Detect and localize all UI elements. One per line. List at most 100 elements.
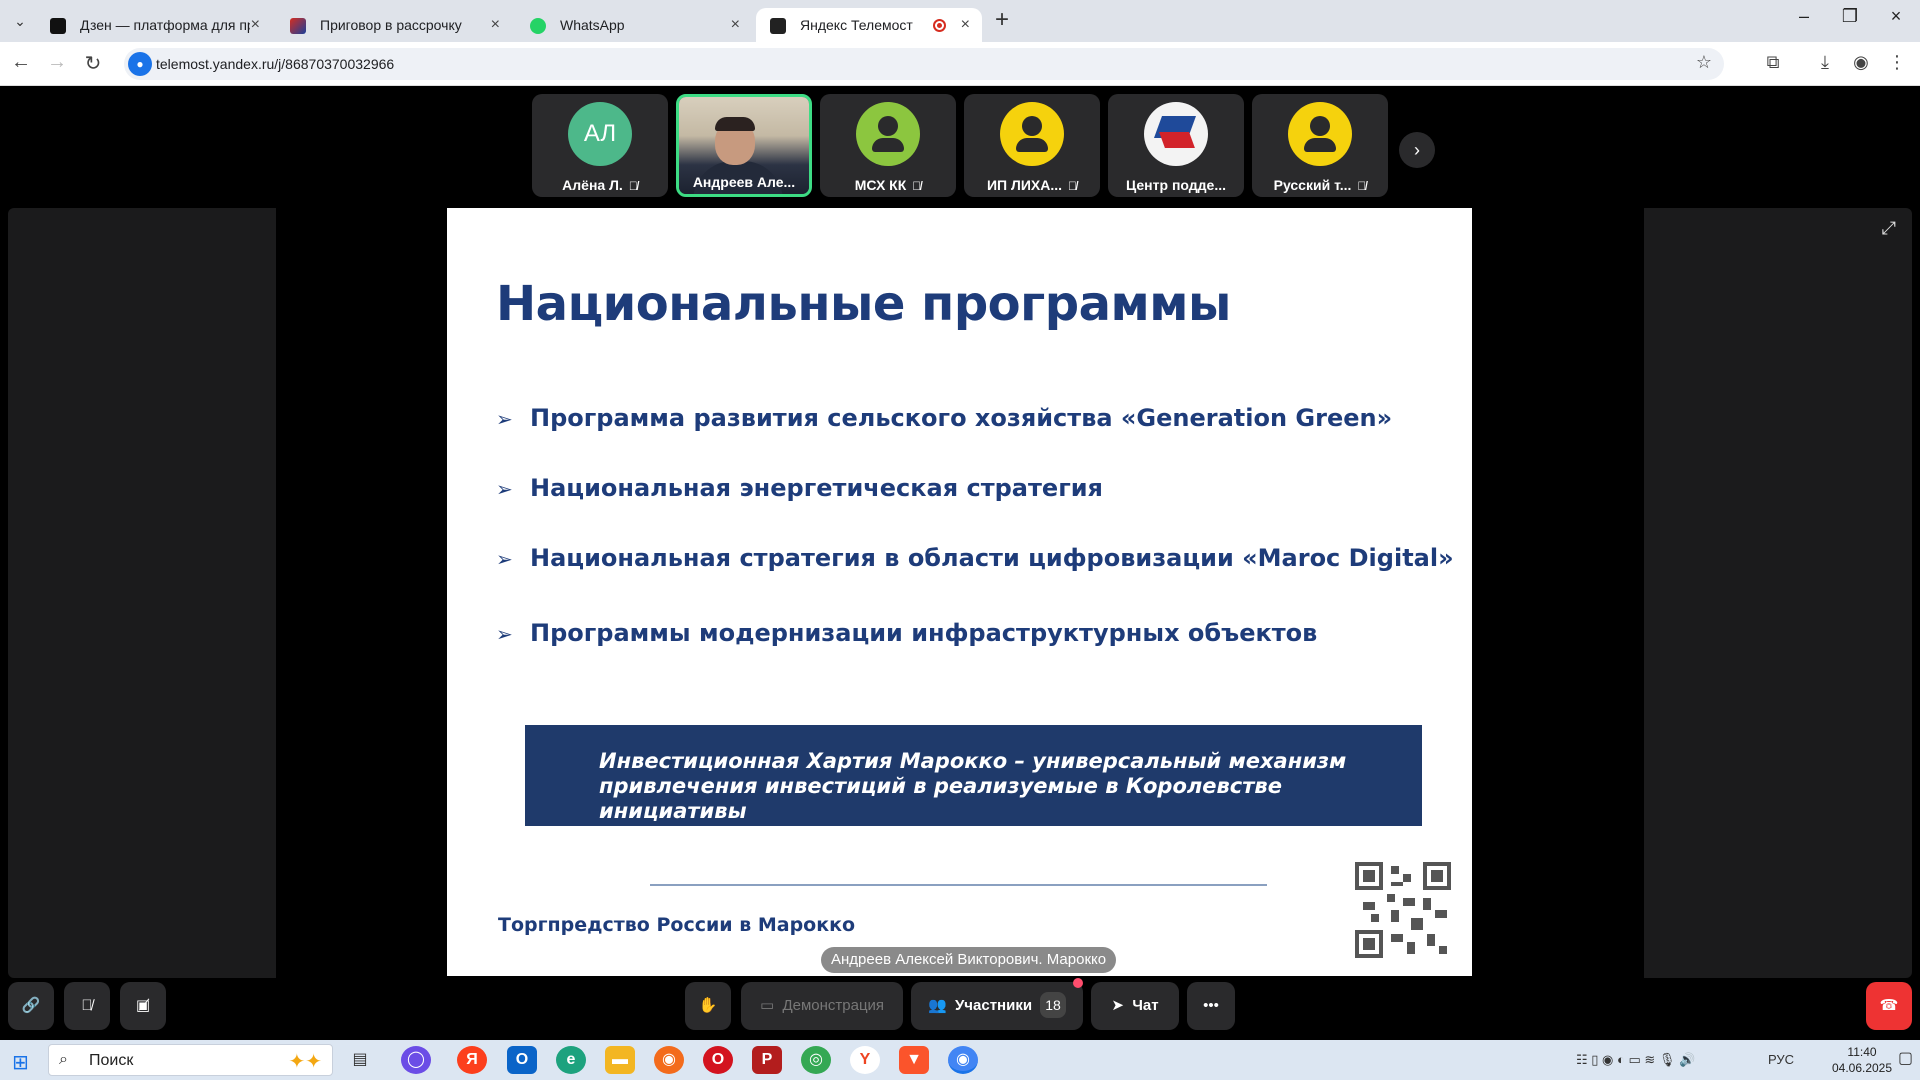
alice-icon[interactable]: ◯ <box>401 1046 431 1074</box>
file-explorer-icon[interactable]: ▬ <box>605 1046 635 1074</box>
windows-taskbar: ⊞ ⌕ Поиск ✦✦ ▤ ◯ Я O e ▬ ◉ O P ◎ Y ▼ ◉ ☷… <box>0 1040 1920 1080</box>
browser-tab-bar: ⌄ Дзен — платформа для просм × Приговор … <box>0 0 1920 42</box>
telemost-favicon-icon <box>770 18 786 34</box>
tab-title: WhatsApp <box>560 17 625 33</box>
url-field[interactable]: ● telemost.yandex.ru/j/86870370032966 ☆ <box>124 48 1724 80</box>
more-button[interactable]: ••• <box>1187 982 1235 1030</box>
camera-off-icon: ▣̸ <box>135 997 151 1014</box>
hand-icon: ✋ <box>698 997 718 1014</box>
yandex-icon[interactable]: Y <box>850 1046 880 1074</box>
restore-button[interactable]: ❐ <box>1828 6 1872 27</box>
participant-tile[interactable]: МСХ КК 🎙̸ <box>820 94 956 197</box>
participant-tile[interactable]: ИП ЛИХА... 🎙̸ <box>964 94 1100 197</box>
banner-line: привлечения инвестиций в реализуемые в К… <box>599 774 1282 823</box>
yandex-browser-icon[interactable]: Я <box>457 1046 487 1074</box>
close-tab-icon[interactable]: × <box>491 8 500 42</box>
brave-icon[interactable]: ▼ <box>899 1046 929 1074</box>
participants-button[interactable]: 👥 Участники 18 <box>911 978 1083 1030</box>
whatsapp-favicon-icon <box>530 18 546 34</box>
clock[interactable]: 11:40 04.06.2025 <box>1830 1044 1894 1076</box>
tab-title: Дзен — платформа для просм <box>80 17 250 33</box>
language-indicator[interactable]: РУС <box>1768 1052 1794 1067</box>
participants-label: Участники <box>954 997 1033 1014</box>
participant-tile[interactable]: Центр подде... <box>1108 94 1244 197</box>
url-text: telemost.yandex.ru/j/86870370032966 <box>156 56 395 72</box>
arrow-bullet-icon: ➢ <box>496 407 513 431</box>
screen-icon: ▭ <box>759 997 775 1014</box>
notifications-icon[interactable]: ▢ <box>1898 1048 1913 1068</box>
pdf-app-icon[interactable]: P <box>752 1046 782 1074</box>
avatar: АЛ <box>568 102 632 166</box>
reload-icon[interactable]: ↻ <box>78 51 108 76</box>
forward-icon[interactable]: → <box>42 51 72 74</box>
participant-name: МСХ КК <box>854 177 907 193</box>
copy-link-button[interactable]: 🔗 <box>8 982 54 1030</box>
participant-tile[interactable]: АЛ Алёна Л. 🎙̸ <box>532 94 668 197</box>
browser-app-icon[interactable]: ◎ <box>801 1046 831 1074</box>
banner-line: Инвестиционная Хартия Марокко – универса… <box>599 749 1347 773</box>
download-icon[interactable]: ⤓ <box>1812 52 1838 73</box>
firefox-icon[interactable]: ◉ <box>654 1046 684 1074</box>
search-icon: ⌕ <box>59 1051 68 1068</box>
people-icon: 👥 <box>927 997 947 1014</box>
arrow-bullet-icon: ➢ <box>496 477 513 501</box>
send-icon: ➤ <box>1111 997 1124 1014</box>
organization-logo-icon <box>1144 102 1208 166</box>
bookmark-star-icon[interactable]: ☆ <box>1696 52 1712 73</box>
participants-count-badge: 18 <box>1040 992 1067 1018</box>
microphone-button[interactable]: 🎙̸ <box>64 982 110 1030</box>
qr-code-icon <box>1355 862 1451 958</box>
participant-tile[interactable]: Русский т... 🎙̸ <box>1252 94 1388 197</box>
outlook-icon[interactable]: O <box>507 1046 537 1074</box>
participant-name: Русский т... <box>1273 177 1352 193</box>
close-window-button[interactable]: × <box>1874 6 1918 27</box>
chrome-icon[interactable]: ◉ <box>948 1046 978 1074</box>
speaker-caption: Андреев Алексей Викторович. Марокко <box>821 947 1117 973</box>
tab-prigovor[interactable]: Приговор в рассрочку × <box>276 8 512 42</box>
phone-hangup-icon: ☎ <box>1879 997 1899 1014</box>
slide-bullet: ➢ Национальная энергетическая стратегия <box>496 474 1103 502</box>
address-bar: ← → ↻ ● telemost.yandex.ru/j/86870370032… <box>0 42 1920 86</box>
participant-tile-active-speaker[interactable]: Андреев Але... <box>676 94 812 197</box>
new-tab-button[interactable]: + <box>995 6 1009 34</box>
close-tab-icon[interactable]: × <box>731 8 740 42</box>
hangup-button[interactable]: ☎ <box>1866 982 1912 1030</box>
chat-label: Чат <box>1132 997 1159 1014</box>
microphone-site-icon[interactable]: ● <box>128 52 152 76</box>
slide-bullet: ➢ Программа развития сельского хозяйства … <box>496 404 1393 432</box>
close-tab-icon[interactable]: × <box>251 8 260 42</box>
tab-search-icon[interactable]: ⌄ <box>8 10 32 32</box>
slide-bullet: ➢ Программы модернизации инфраструктурных… <box>496 619 1318 647</box>
close-tab-icon[interactable]: × <box>961 8 970 42</box>
tab-whatsapp[interactable]: WhatsApp × <box>516 8 752 42</box>
tray-icons[interactable]: ☷ ▯ ◉ ◐ ▭ ≋ 🎙 🔊 <box>1576 1052 1695 1068</box>
chevron-right-icon[interactable]: › <box>1399 132 1435 168</box>
tab-telemost[interactable]: Яндекс Телемост × <box>756 8 982 42</box>
mic-off-icon: 🎙̸ <box>628 179 638 193</box>
participant-name: Алёна Л. <box>562 177 623 193</box>
shared-slide: Национальные программы ➢ Программа развит… <box>447 208 1472 976</box>
extensions-icon[interactable]: ⧉ <box>1760 52 1786 73</box>
raise-hand-button[interactable]: ✋ <box>685 982 731 1030</box>
minimize-button[interactable]: – <box>1782 6 1826 27</box>
clock-date: 04.06.2025 <box>1831 1061 1893 1075</box>
camera-button[interactable]: ▣̸ <box>120 982 166 1030</box>
menu-icon[interactable]: ⋮ <box>1884 52 1910 73</box>
fullscreen-icon[interactable]: ⤢ <box>1882 218 1896 239</box>
opera-icon[interactable]: O <box>703 1046 733 1074</box>
screen-share-button[interactable]: ▭ Демонстрация <box>741 982 903 1030</box>
person-icon <box>856 102 920 166</box>
edge-icon[interactable]: e <box>556 1046 586 1074</box>
taskbar-search[interactable]: ⌕ Поиск ✦✦ <box>48 1044 333 1076</box>
mic-off-icon: 🎙̸ <box>912 179 922 193</box>
chat-button[interactable]: ➤ Чат <box>1091 982 1179 1030</box>
news-favicon-icon <box>290 18 306 34</box>
participant-name: Центр подде... <box>1126 177 1226 193</box>
back-icon[interactable]: ← <box>6 51 36 74</box>
task-view-icon[interactable]: ▤ <box>345 1046 375 1074</box>
slide-banner: Инвестиционная Хартия Марокко – универса… <box>525 725 1422 826</box>
tab-dzen[interactable]: Дзен — платформа для просм × <box>36 8 272 42</box>
profile-icon[interactable]: ◉ <box>1848 52 1874 73</box>
windows-start-icon[interactable]: ⊞ <box>12 1050 29 1075</box>
slide-footer: Торгпредство России в Марокко <box>498 914 856 936</box>
